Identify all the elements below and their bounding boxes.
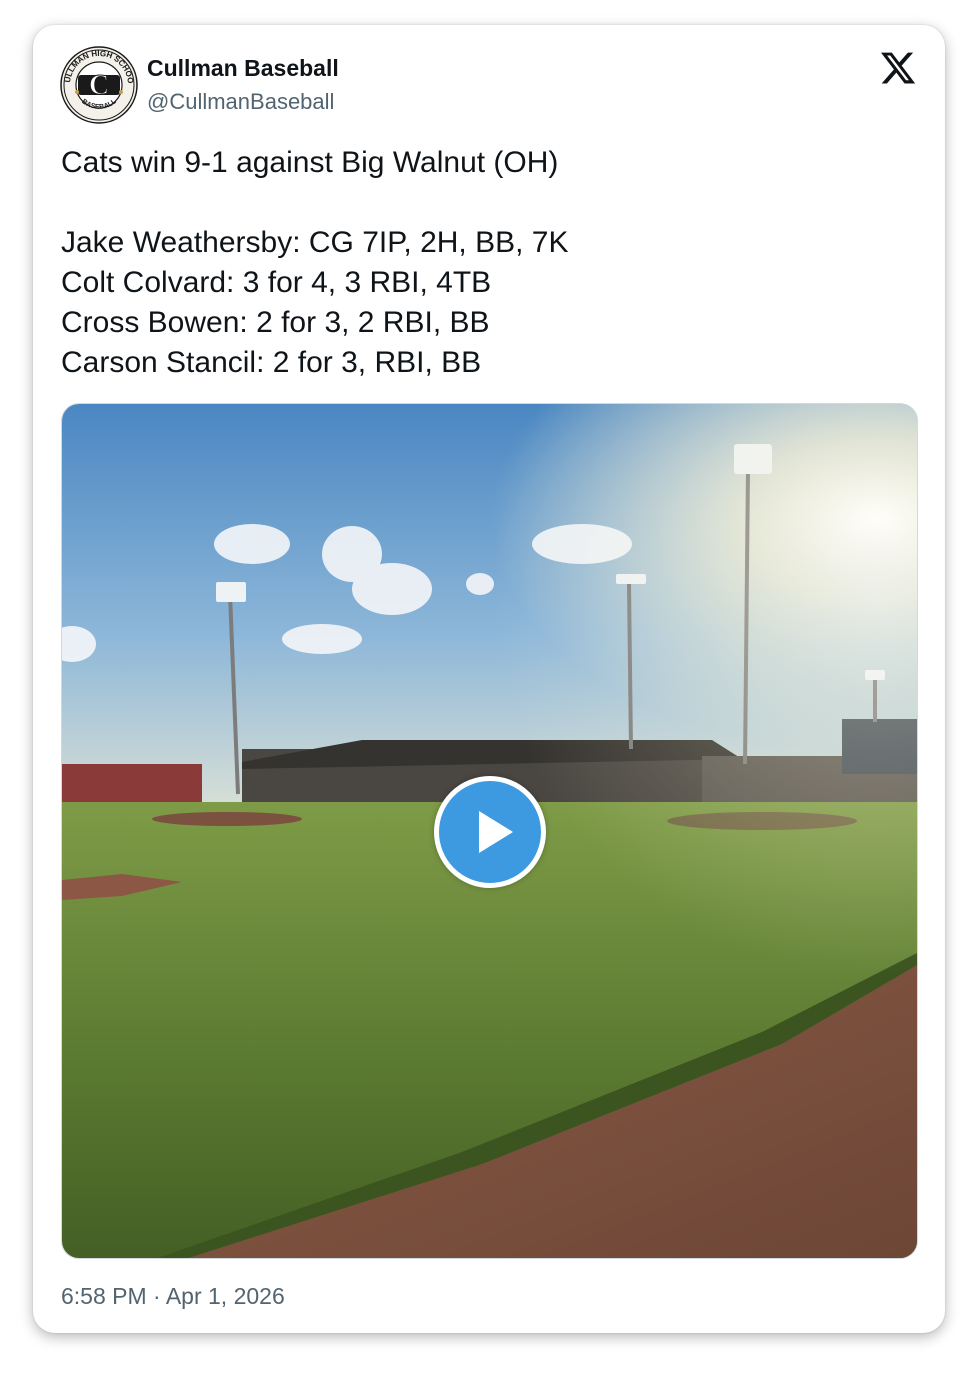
x-logo-icon[interactable] — [879, 49, 917, 87]
handle[interactable]: @CullmanBaseball — [147, 87, 339, 117]
avatar[interactable]: CULLMAN HIGH SCHOOL BASEBALL C — [57, 39, 138, 124]
cullman-baseball-logo-icon: CULLMAN HIGH SCHOOL BASEBALL C — [57, 39, 138, 124]
tweet-text: Cats win 9-1 against Big Walnut (OH) Jak… — [61, 143, 921, 383]
stat-line: Cross Bowen: 2 for 3, 2 RBI, BB — [61, 306, 490, 339]
tweet-timestamp[interactable]: 6:58 PM · Apr 1, 2026 — [61, 1280, 285, 1312]
stat-line: Colt Colvard: 3 for 4, 3 RBI, 4TB — [61, 266, 492, 299]
play-icon — [479, 811, 513, 853]
tweet-header: CULLMAN HIGH SCHOOL BASEBALL C Cullman B… — [57, 39, 339, 125]
tweet-card: CULLMAN HIGH SCHOOL BASEBALL C Cullman B… — [33, 25, 945, 1333]
stat-line: Carson Stancil: 2 for 3, RBI, BB — [61, 346, 482, 379]
author-names: Cullman Baseball @CullmanBaseball — [147, 53, 339, 117]
tweet-headline: Cats win 9-1 against Big Walnut (OH) — [61, 146, 559, 179]
play-button[interactable] — [434, 776, 546, 888]
logo-letter: C — [89, 70, 109, 101]
stat-line: Jake Weathersby: CG 7IP, 2H, BB, 7K — [61, 226, 569, 259]
video-media[interactable] — [61, 403, 918, 1259]
display-name[interactable]: Cullman Baseball — [147, 53, 339, 83]
